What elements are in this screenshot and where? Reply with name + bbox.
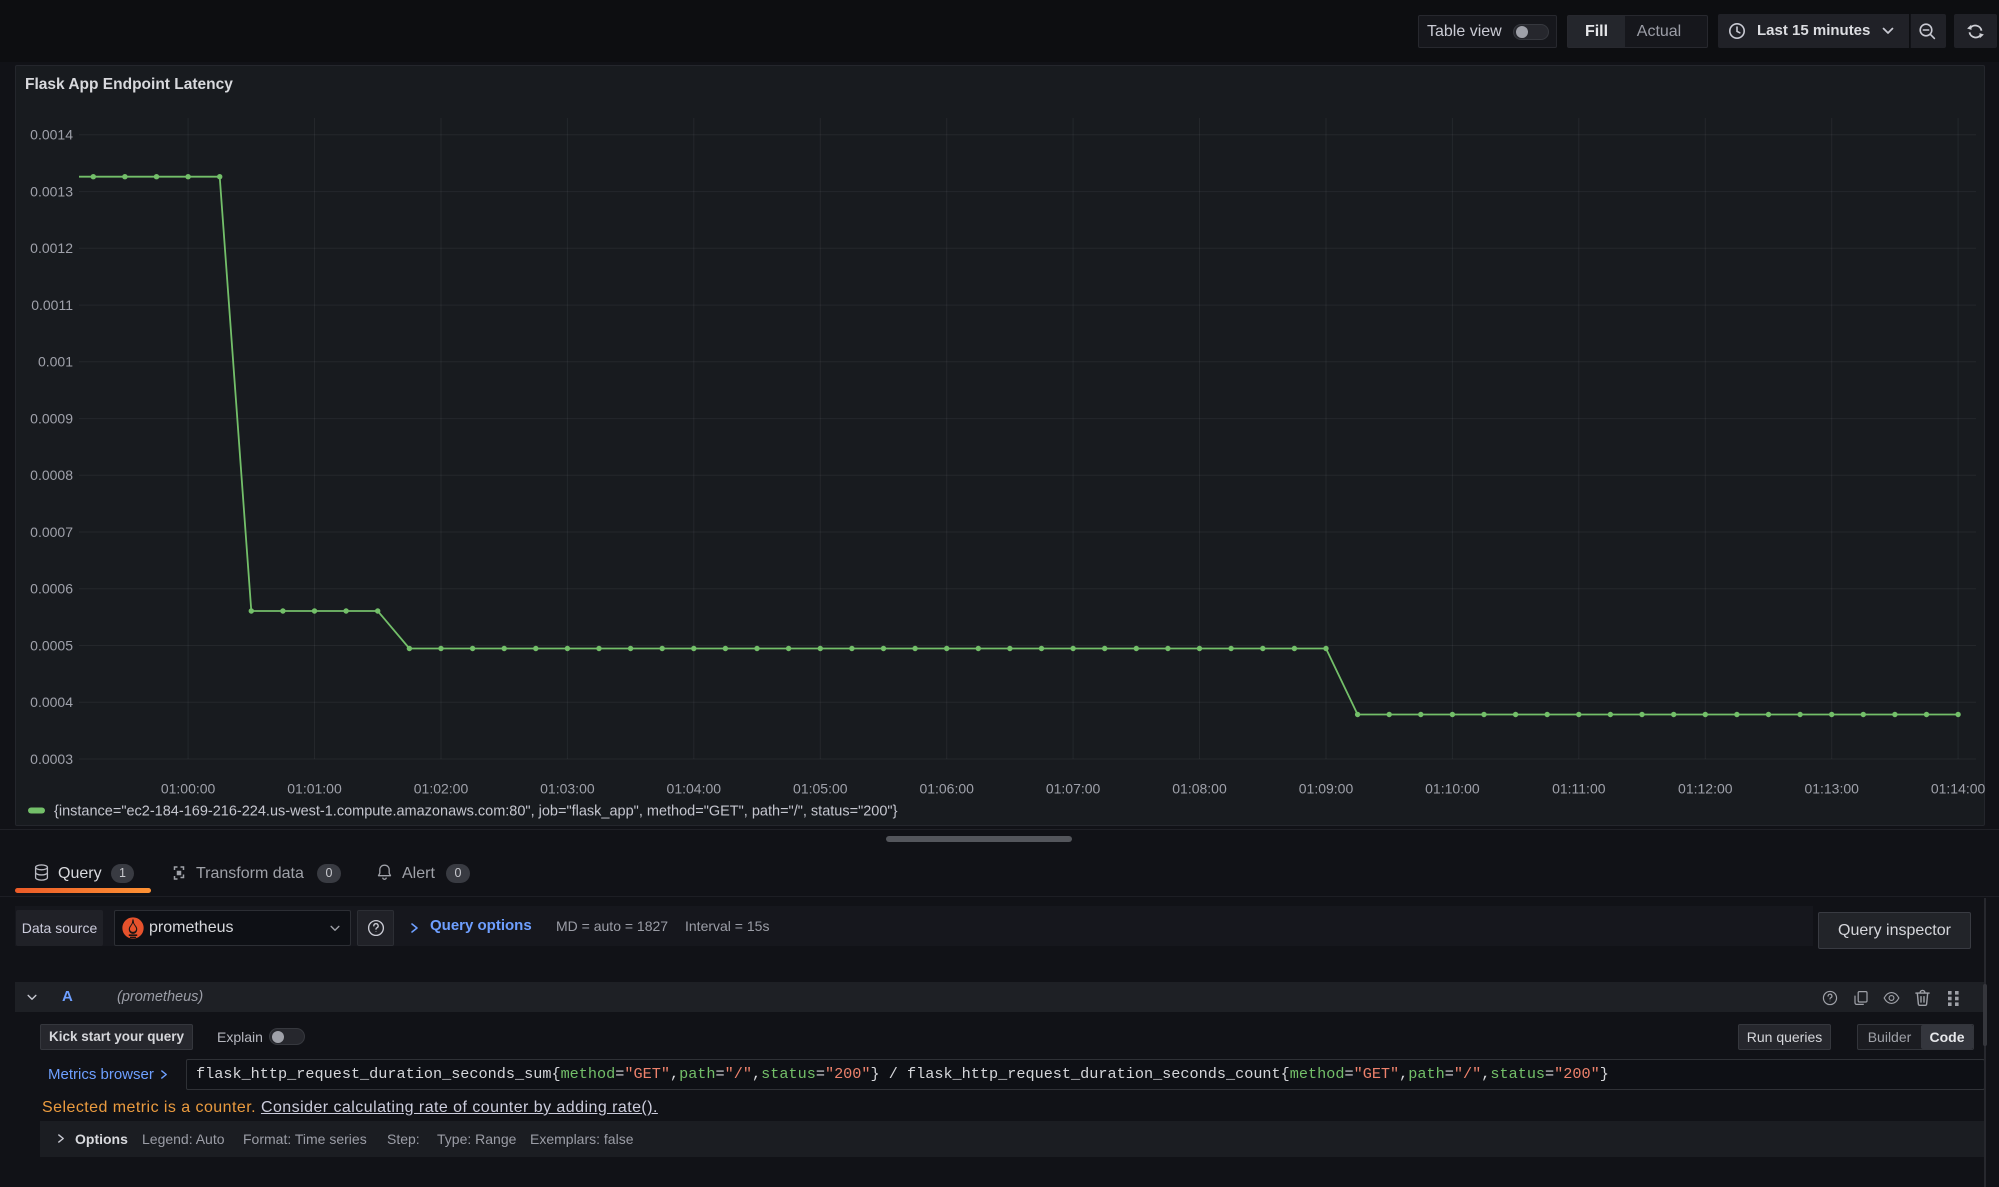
svg-text:0.0003: 0.0003 (30, 751, 73, 767)
svg-text:01:07:00: 01:07:00 (1046, 781, 1101, 797)
svg-text:01:04:00: 01:04:00 (667, 781, 722, 797)
svg-text:{instance="ec2-184-169-216-224: {instance="ec2-184-169-216-224.us-west-1… (54, 804, 898, 820)
svg-text:0.0009: 0.0009 (30, 410, 73, 426)
svg-text:01:02:00: 01:02:00 (414, 781, 469, 797)
svg-text:01:11:00: 01:11:00 (1552, 781, 1606, 797)
svg-text:0.0013: 0.0013 (30, 183, 73, 199)
svg-text:0.0011: 0.0011 (31, 297, 73, 313)
svg-text:0.0014: 0.0014 (30, 127, 73, 143)
svg-text:01:08:00: 01:08:00 (1172, 781, 1227, 797)
svg-text:01:03:00: 01:03:00 (540, 781, 595, 797)
svg-text:0.0005: 0.0005 (30, 637, 73, 653)
svg-text:01:00:00: 01:00:00 (161, 781, 216, 797)
svg-text:01:14:00: 01:14:00 (1931, 781, 1985, 797)
svg-text:0.0007: 0.0007 (30, 524, 73, 540)
svg-text:01:12:00: 01:12:00 (1678, 781, 1733, 797)
svg-text:0.001: 0.001 (38, 354, 73, 370)
svg-text:01:06:00: 01:06:00 (919, 781, 974, 797)
svg-text:0.0008: 0.0008 (30, 467, 73, 483)
svg-text:0.0012: 0.0012 (30, 240, 73, 256)
svg-text:01:09:00: 01:09:00 (1299, 781, 1354, 797)
svg-text:0.0006: 0.0006 (30, 581, 73, 597)
svg-text:01:05:00: 01:05:00 (793, 781, 848, 797)
svg-text:0.0004: 0.0004 (30, 694, 73, 710)
svg-text:01:10:00: 01:10:00 (1425, 781, 1480, 797)
svg-text:01:13:00: 01:13:00 (1804, 781, 1859, 797)
svg-text:01:01:00: 01:01:00 (287, 781, 342, 797)
